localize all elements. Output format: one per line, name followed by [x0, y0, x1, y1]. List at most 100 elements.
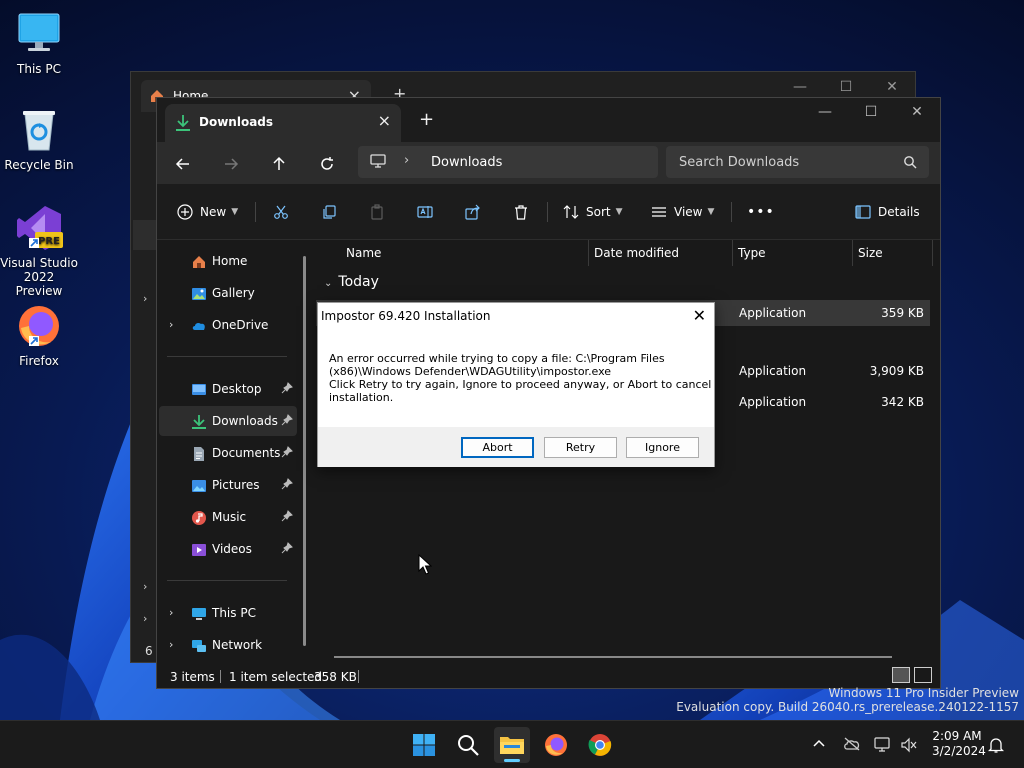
details-label: Details: [878, 205, 920, 219]
expand-chevron-icon[interactable]: ›: [143, 580, 147, 593]
details-button[interactable]: Details: [855, 198, 920, 226]
taskbar-firefox[interactable]: [538, 727, 574, 763]
chevron-right-icon[interactable]: ›: [169, 318, 173, 331]
nav-item-network[interactable]: › Network: [159, 630, 297, 660]
taskbar-file-explorer[interactable]: [494, 727, 530, 763]
notification-bell-icon[interactable]: [987, 737, 1005, 756]
close-window-button[interactable]: ✕: [894, 98, 940, 126]
navigation-pane: Home Gallery › OneDrive Desktop Download…: [157, 240, 315, 666]
horizontal-scrollbar[interactable]: [334, 656, 892, 658]
system-clock[interactable]: 2:09 AM 3/2/2024: [932, 729, 986, 759]
expand-chevron-icon[interactable]: ›: [143, 612, 147, 625]
nav-item-desktop[interactable]: Desktop: [159, 374, 297, 404]
mouse-cursor-icon: [418, 554, 432, 575]
sort-button[interactable]: Sort ▼: [563, 198, 623, 226]
chevron-up-icon[interactable]: [812, 737, 826, 751]
visual-studio-icon: PRE: [15, 204, 63, 252]
column-header-date-modified[interactable]: Date modified: [594, 240, 679, 266]
download-icon: [176, 115, 190, 131]
plus-circle-icon: [177, 204, 193, 220]
chevron-right-icon[interactable]: ›: [404, 153, 409, 168]
close-tab-icon[interactable]: ×: [378, 111, 391, 130]
nav-item-gallery[interactable]: Gallery: [159, 278, 297, 308]
pin-icon[interactable]: [281, 382, 293, 394]
details-view-toggle[interactable]: [892, 667, 910, 683]
search-input[interactable]: Search Downloads: [679, 155, 799, 170]
nav-scrollbar[interactable]: [303, 256, 306, 646]
taskbar-chrome[interactable]: [582, 727, 618, 763]
view-button[interactable]: View ▼: [651, 198, 714, 226]
nav-item-documents[interactable]: Documents: [159, 438, 297, 468]
paste-button[interactable]: [369, 198, 385, 226]
nav-item-pictures[interactable]: Pictures: [159, 470, 297, 500]
nav-item-music[interactable]: Music: [159, 502, 297, 532]
file-type: Application: [739, 306, 807, 320]
pin-icon[interactable]: [281, 446, 293, 458]
nav-item-videos[interactable]: Videos: [159, 534, 297, 564]
nav-item-downloads[interactable]: Downloads: [159, 406, 297, 436]
forward-button[interactable]: [215, 150, 247, 178]
onedrive-offline-icon[interactable]: [843, 737, 861, 754]
chevron-right-icon[interactable]: ›: [169, 638, 173, 651]
view-label: View: [674, 205, 703, 219]
desktop-icon-visual-studio[interactable]: PRE Visual Studio 2022 Preview: [0, 204, 79, 298]
breadcrumb-downloads[interactable]: Downloads: [431, 155, 502, 170]
desktop-icon-this-pc[interactable]: This PC: [0, 10, 79, 76]
ignore-button[interactable]: Ignore: [626, 437, 699, 458]
minimize-button[interactable]: —: [802, 98, 848, 126]
nav-label: Home: [212, 254, 248, 268]
dialog-message-line: installation.: [329, 391, 394, 404]
nav-label: Desktop: [212, 382, 262, 396]
watermark-line: Evaluation copy. Build 26040.rs_prerelea…: [676, 700, 1019, 714]
expand-chevron-icon[interactable]: ›: [143, 292, 147, 305]
nav-item-home[interactable]: Home: [159, 246, 297, 276]
desktop-icon-firefox[interactable]: Firefox: [0, 302, 79, 368]
abort-button[interactable]: Abort: [461, 437, 534, 458]
pin-icon[interactable]: [281, 478, 293, 490]
copy-button[interactable]: [321, 198, 337, 226]
search-box[interactable]: Search Downloads: [666, 146, 929, 178]
file-type: Application: [739, 364, 807, 378]
trash-icon: [515, 205, 527, 220]
more-options-button[interactable]: •••: [747, 198, 775, 226]
pin-icon[interactable]: [281, 510, 293, 522]
chevron-right-icon[interactable]: ›: [169, 606, 173, 619]
address-box[interactable]: › Downloads: [358, 146, 658, 178]
title-bar[interactable]: Downloads × + — ☐ ✕: [157, 98, 940, 142]
taskbar-search-button[interactable]: [450, 727, 486, 763]
error-dialog[interactable]: Impostor 69.420 Installation ✕ An error …: [317, 302, 715, 467]
rename-button[interactable]: [417, 198, 433, 226]
new-tab-button[interactable]: +: [419, 109, 434, 130]
new-button[interactable]: New ▼: [177, 198, 238, 226]
refresh-button[interactable]: [311, 150, 343, 178]
video-icon: [192, 544, 206, 556]
cut-button[interactable]: [273, 198, 289, 226]
delete-button[interactable]: [513, 198, 529, 226]
pin-icon[interactable]: [281, 542, 293, 554]
back-button[interactable]: [167, 150, 199, 178]
start-button[interactable]: [406, 727, 442, 763]
desktop-icon-recycle-bin[interactable]: Recycle Bin: [0, 106, 79, 172]
clipboard-icon: [371, 204, 383, 220]
share-button[interactable]: [465, 198, 481, 226]
retry-button[interactable]: Retry: [544, 437, 617, 458]
group-header-today[interactable]: ⌄ Today: [324, 274, 379, 290]
volume-muted-icon[interactable]: [900, 737, 918, 756]
tab-downloads[interactable]: Downloads ×: [165, 104, 401, 142]
list-view-icon: [652, 207, 666, 217]
watermark-line: Windows 11 Pro Insider Preview: [828, 686, 1019, 700]
chevron-down-icon: ▼: [615, 207, 623, 217]
file-type: Application: [739, 395, 807, 409]
column-header-name[interactable]: Name: [346, 240, 381, 266]
tiles-view-toggle[interactable]: [914, 667, 932, 683]
firefox-icon: [15, 302, 63, 350]
maximize-button[interactable]: ☐: [848, 98, 894, 126]
pin-icon[interactable]: [281, 414, 293, 426]
nav-item-onedrive[interactable]: › OneDrive: [159, 310, 297, 340]
network-icon[interactable]: [874, 737, 892, 756]
up-button[interactable]: [263, 150, 295, 178]
dialog-close-icon[interactable]: ✕: [693, 306, 706, 325]
nav-item-this-pc[interactable]: › This PC: [159, 598, 297, 628]
column-header-type[interactable]: Type: [738, 240, 766, 266]
column-header-size[interactable]: Size: [858, 240, 883, 266]
